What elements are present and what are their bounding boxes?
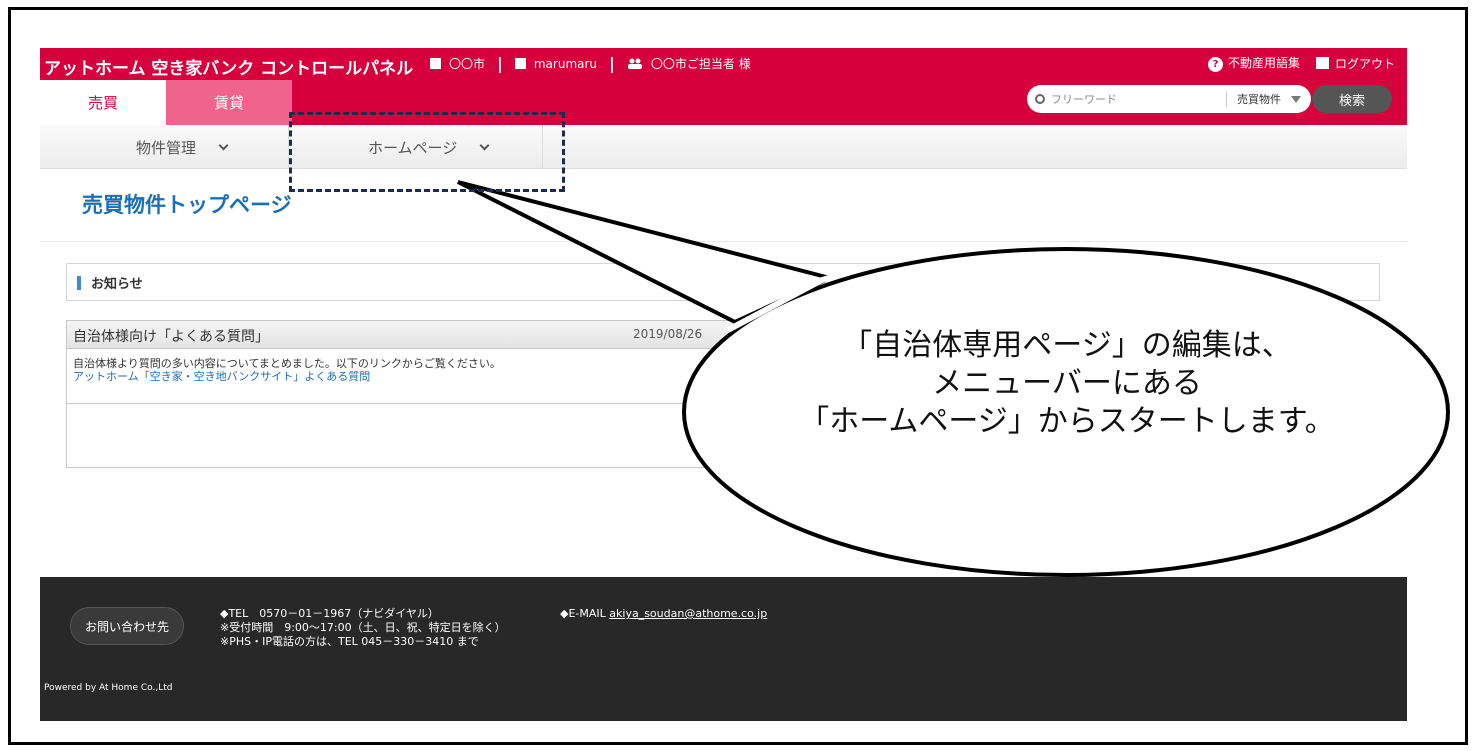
callout-text: 「自治体専用ページ」の編集は、 メニューバーにある 「ホームページ」からスタート… (712, 327, 1422, 441)
page-title: 売買物件トップページ (82, 193, 292, 217)
chevron-down-icon (218, 140, 229, 150)
search-input[interactable]: フリーワード (1051, 91, 1226, 107)
separator: | (497, 54, 503, 73)
menu-item-property[interactable]: 物件管理 (136, 125, 229, 169)
faq-date: 2019/08/26 (633, 327, 703, 341)
search-box: フリーワード 売買物件 (1027, 85, 1311, 113)
accent-bar (77, 276, 81, 290)
logout-link[interactable]: ログアウト (1315, 55, 1395, 72)
glossary-label: 不動産用語集 (1227, 56, 1300, 70)
header-bar: アットホーム 空き家バンク コントロールパネル 〇〇市 | marumaru |… (40, 48, 1407, 125)
search-divider (1226, 91, 1227, 107)
city-label: 〇〇市 (449, 57, 486, 71)
faq-body: 自治体様より質問の多い内容についてまとめました。以下のリンクからご覧ください。 … (67, 349, 765, 391)
highlight-box (289, 112, 565, 192)
tab-buy[interactable]: 売買 (40, 80, 166, 125)
callout-line: メニューバーにある (932, 366, 1202, 401)
building-icon (430, 58, 441, 69)
divider (67, 403, 767, 404)
callout-line: 「自治体専用ページ」の編集は、 (842, 328, 1292, 363)
menu-label: 物件管理 (136, 138, 197, 157)
faq-title: 自治体様向け「よくある質問」 (73, 329, 269, 345)
contact-button[interactable]: お問い合わせ先 (70, 607, 184, 645)
category-select[interactable]: 売買物件 (1237, 91, 1301, 107)
category-value: 売買物件 (1237, 93, 1281, 106)
logout-icon (1315, 57, 1329, 71)
menu-bar: 物件管理 ホームページ (40, 125, 1407, 169)
footer: お問い合わせ先 ◆TEL 0570－01－1967（ナビダイヤル） ※受付時間 … (40, 577, 1407, 721)
ip-phone-line: ※PHS・IP電話の方は、TEL 045－330－3410 まで (220, 635, 479, 648)
notice-label: お知らせ (91, 277, 143, 292)
email-link[interactable]: akiya_soudan@athome.co.jp (609, 607, 767, 620)
faq-text: 自治体様より質問の多い内容についてまとめました。以下のリンクからご覧ください。 (73, 357, 501, 370)
users-icon (627, 58, 642, 69)
glossary-link[interactable]: ? 不動産用語集 (1207, 54, 1300, 72)
logout-label: ログアウト (1334, 56, 1395, 71)
store-icon (514, 58, 526, 69)
help-icon: ? (1207, 57, 1223, 72)
faq-link[interactable]: アットホーム「空き家・空き地バンクサイト」よくある質問 (73, 370, 759, 383)
tel-line: ◆TEL 0570－01－1967（ナビダイヤル） (220, 607, 439, 620)
faq-header: 自治体様向け「よくある質問」 2019/08/26 (67, 321, 765, 349)
header-links: ? 不動産用語集 ログアウト (1207, 54, 1395, 72)
dropdown-arrow-icon (1291, 95, 1301, 103)
search-icon (1035, 94, 1045, 104)
account-label: marumaru (533, 56, 598, 71)
tab-rent[interactable]: 賃貸 (166, 80, 292, 125)
separator: | (609, 54, 615, 73)
footer-email: ◆E-MAIL akiya_soudan@athome.co.jp (560, 607, 767, 620)
notice-header: お知らせ (66, 263, 1380, 301)
powered-by: Powered by At Home Co.,Ltd (44, 683, 173, 693)
user-label: 〇〇市ご担当者 様 (650, 57, 751, 71)
email-prefix: ◆E-MAIL (560, 607, 606, 620)
app-title: アットホーム 空き家バンク コントロールパネル (44, 59, 414, 79)
footer-tel: ◆TEL 0570－01－1967（ナビダイヤル） ※受付時間 9:00～17:… (220, 607, 506, 649)
faq-panel: 自治体様向け「よくある質問」 2019/08/26 自治体様より質問の多い内容に… (66, 320, 767, 468)
callout-line: 「ホームページ」からスタートします。 (799, 404, 1335, 439)
divider (40, 241, 1407, 242)
header-meta: 〇〇市 | marumaru | 〇〇市ご担当者 様 (430, 54, 751, 73)
search-button[interactable]: 検索 (1312, 85, 1392, 113)
hours-line: ※受付時間 9:00～17:00（土、日、祝、特定日を除く） (220, 621, 506, 634)
